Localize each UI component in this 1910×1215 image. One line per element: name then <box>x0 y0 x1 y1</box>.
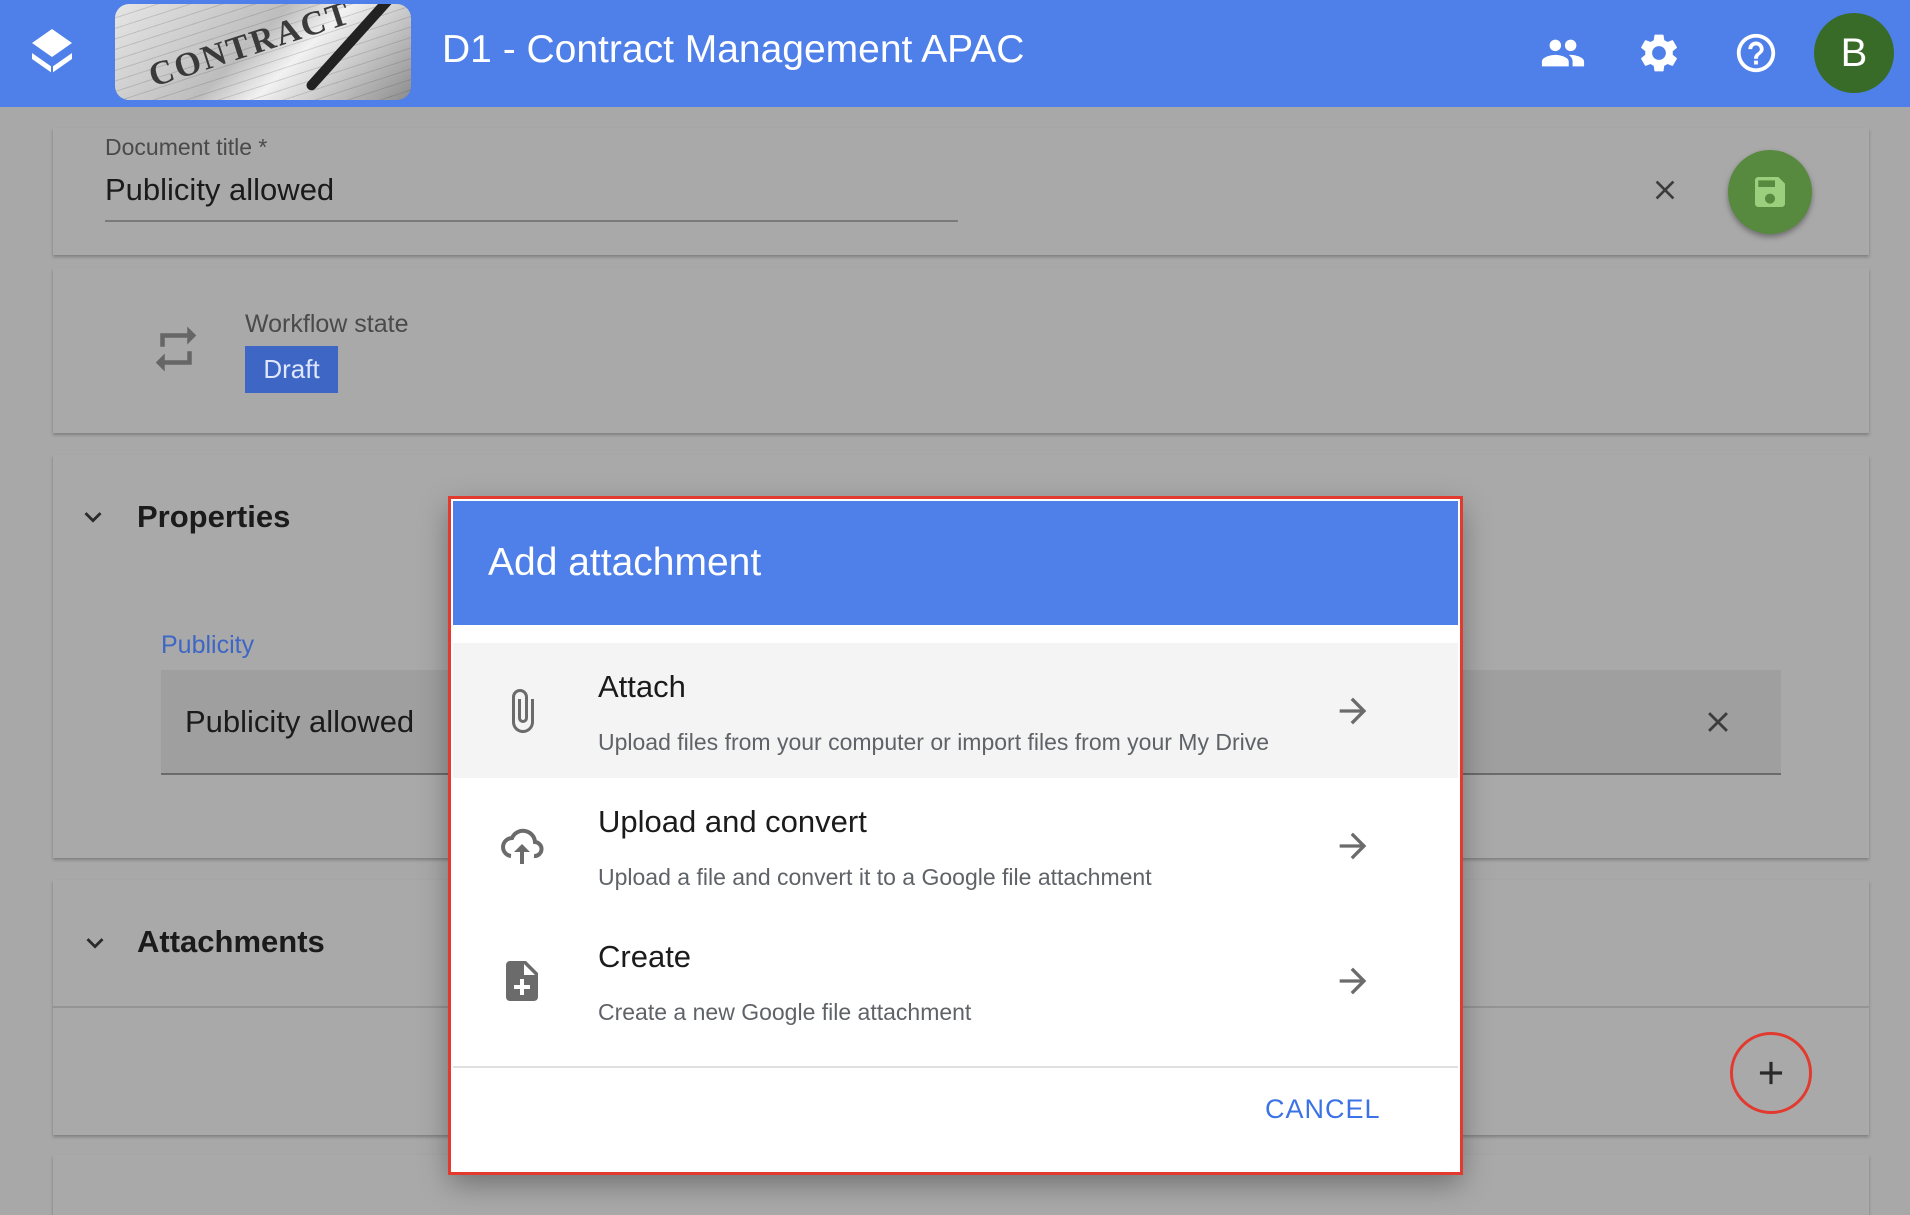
attachments-chevron-down-icon[interactable] <box>78 926 112 960</box>
attach-option-title: Attach <box>598 669 686 704</box>
workflow-state-label: Workflow state <box>245 310 409 338</box>
create-option-description: Create a new Google file attachment <box>598 999 972 1025</box>
create-option-title: Create <box>598 939 692 974</box>
clear-publicity-icon[interactable] <box>1701 705 1735 739</box>
upload-option-description: Upload a file and convert it to a Google… <box>598 864 1152 890</box>
user-avatar[interactable]: B <box>1814 13 1894 93</box>
attach-option[interactable]: Attach Upload files from your computer o… <box>453 643 1458 778</box>
arrow-right-icon <box>1339 697 1367 725</box>
properties-chevron-down-icon[interactable] <box>76 500 110 534</box>
attach-option-description: Upload files from your computer or impor… <box>598 729 1270 755</box>
clear-title-icon[interactable] <box>1649 174 1681 206</box>
save-button[interactable] <box>1728 150 1812 234</box>
document-title-label: Document title * <box>105 134 268 160</box>
workflow-repeat-icon <box>155 326 197 372</box>
title-underline <box>105 220 958 222</box>
arrow-right-icon <box>1339 832 1367 860</box>
dialog-title: Add attachment <box>488 541 762 584</box>
arrow-right-icon <box>1339 967 1367 995</box>
floppy-save-icon <box>1755 177 1785 207</box>
document-title-input[interactable]: Publicity allowed <box>105 172 334 208</box>
add-attachment-button[interactable] <box>1730 1032 1812 1114</box>
cancel-button[interactable]: CANCEL <box>1265 1094 1381 1125</box>
workflow-state-badge[interactable]: Draft <box>245 346 338 393</box>
publicity-value: Publicity allowed <box>185 704 415 739</box>
app-title: D1 - Contract Management APAC <box>442 28 1025 71</box>
publicity-field-label: Publicity <box>161 631 255 659</box>
document-title-card: Document title * Publicity allowed <box>53 128 1869 255</box>
attachments-section-title[interactable]: Attachments <box>137 924 325 960</box>
upload-and-convert-option[interactable]: Upload and convert Upload a file and con… <box>453 778 1458 913</box>
cloud-upload-icon <box>501 828 544 864</box>
people-icon[interactable] <box>1540 30 1586 76</box>
upload-option-title: Upload and convert <box>598 804 867 839</box>
add-attachment-dialog: Add attachment Attach Upload files from … <box>448 496 1463 1175</box>
create-option[interactable]: Create Create a new Google file attachme… <box>453 913 1458 1048</box>
dialog-divider <box>453 1066 1458 1068</box>
dialog-header: Add attachment <box>453 501 1458 625</box>
help-icon[interactable] <box>1733 30 1779 76</box>
plus-icon <box>1759 1061 1783 1085</box>
top-app-bar: CONTRACT D1 - Contract Management APAC B <box>0 0 1910 107</box>
file-add-icon <box>506 961 538 1001</box>
app-logo-icon[interactable] <box>28 27 76 79</box>
paperclip-icon <box>512 689 534 733</box>
properties-section-title[interactable]: Properties <box>137 499 290 535</box>
app-banner-image: CONTRACT <box>115 4 411 100</box>
gear-icon[interactable] <box>1636 30 1682 76</box>
